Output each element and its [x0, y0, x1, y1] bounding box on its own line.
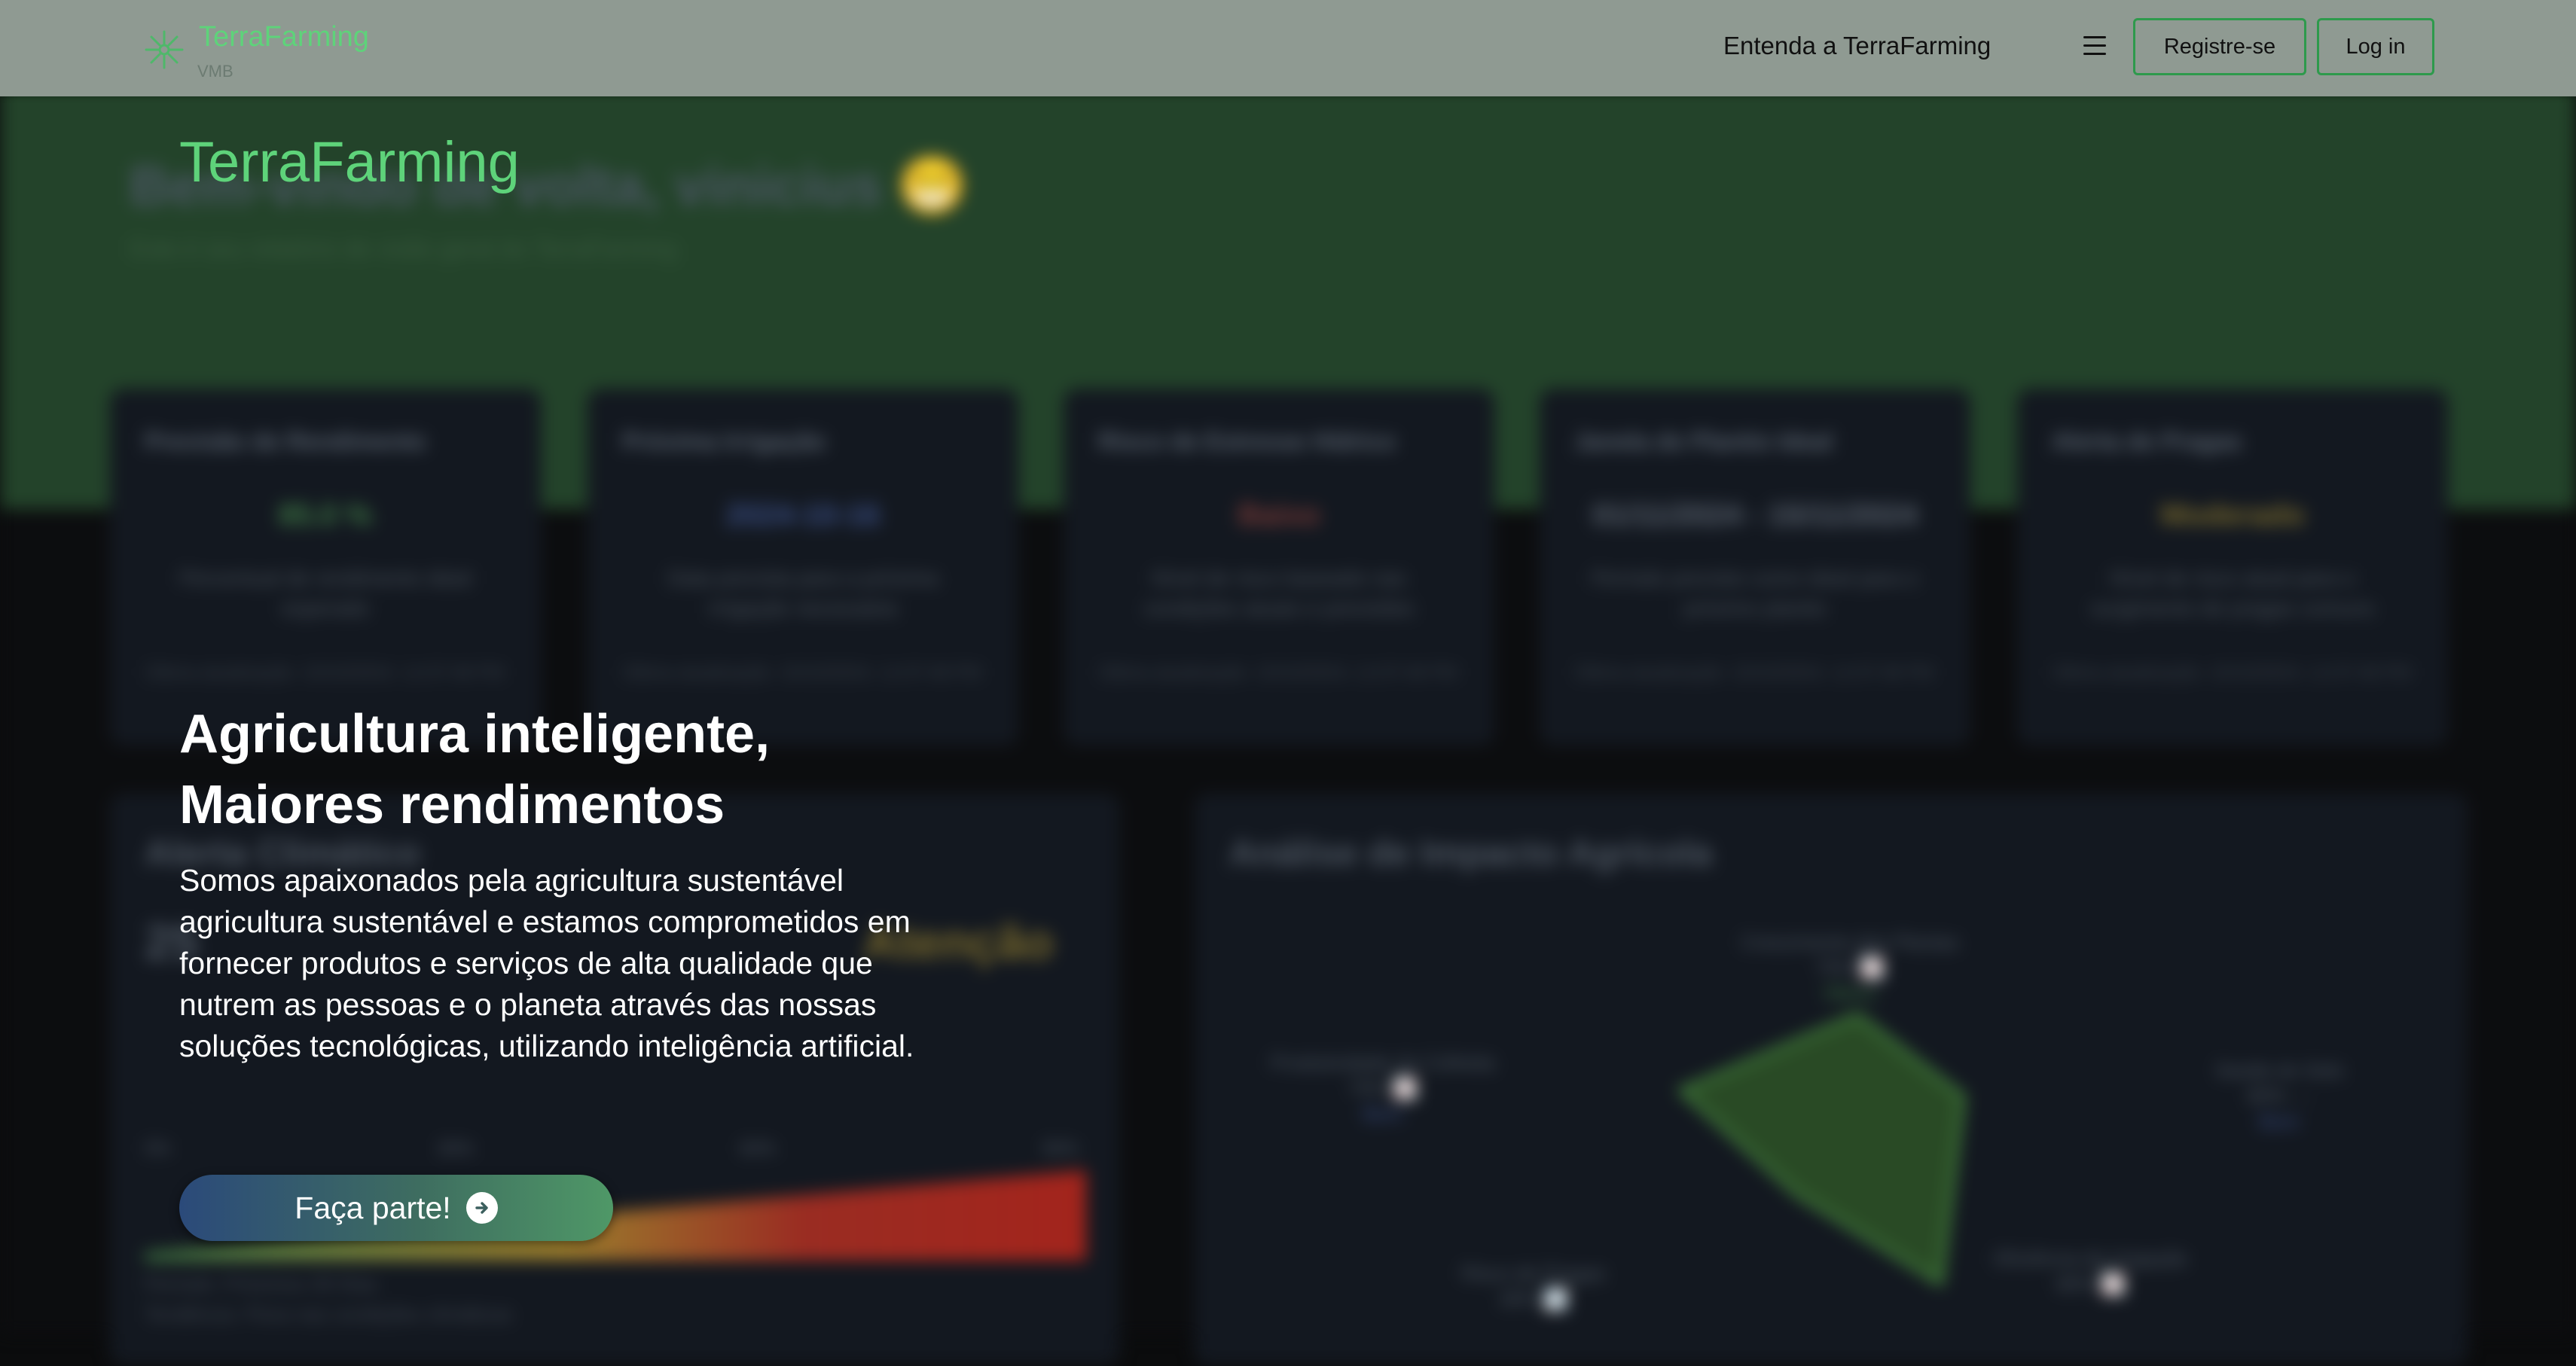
radar-label-irrigation: Eficiência da Irrigação 80% 📈 [1985, 1246, 2196, 1297]
join-button[interactable]: Faça parte! [179, 1175, 613, 1241]
radar-label-soil: Saúde do Solo 80% → Bom [2166, 1057, 2392, 1134]
hamburger-menu-icon[interactable] [2083, 36, 2106, 56]
terrafarming-logo-icon[interactable] [143, 29, 185, 71]
stat-card-value: 2024-10-16 [725, 499, 881, 532]
hero-title: Agricultura inteligente, Maiores rendime… [179, 699, 1158, 840]
arrow-right-circle-icon [465, 1192, 498, 1224]
stat-card-desc: Data prevista para a próxima irrigação n… [667, 566, 939, 620]
radar-label-value: 75% 📈 [1815, 956, 1885, 979]
stat-card-value: Moderado [2160, 499, 2305, 532]
stat-card-updated: Última atualização: 15/10/2024, 11:07:48… [145, 663, 505, 683]
radar-label-pests: Risco de Pragas 30% 📉 [1421, 1261, 1647, 1312]
stat-card-desc: Período previsto como ideal para o próxi… [1591, 566, 1919, 620]
stat-card-title: Alerta de Pragas [2052, 428, 2242, 455]
stat-card-value: Baixo [1238, 499, 1320, 532]
stat-card-updated: Última atualização: 15/10/2024, 11:07:48… [1574, 663, 1934, 683]
radar-label-value: 80% → [2247, 1084, 2312, 1107]
welcome-subtitle: Este é seu relatório de visão geral do T… [130, 235, 677, 262]
radar-label-growth: Crescimento das Plantas 75% 📈 Ótimo [1722, 929, 1978, 1006]
nav-link-about[interactable]: Entenda a TerraFarming [1723, 32, 1991, 60]
stat-card-updated: Última atualização: 15/10/2024, 11:07:48… [1098, 663, 1458, 683]
radar-label-note: Ótimo [1824, 982, 1876, 1005]
radar-label-value: 30% 📉 [1499, 1288, 1568, 1310]
impact-analysis-card: Análise de Impacto Agrícola Crescimento … [1195, 794, 2468, 1366]
stat-card-updated: Última atualização: 15/10/2024, 11:07:48… [622, 663, 982, 683]
background-dashboard: Bem-vindo de volta, vinicius 😁 Este é se… [0, 0, 2576, 1366]
stat-card-desc: Nível de risco atual para o surgimento d… [2090, 566, 2375, 620]
radar-label-value: 70% 📈 [1348, 1077, 1418, 1099]
radar-label-name: Produtividade da Colheita [1271, 1051, 1495, 1074]
join-button-label: Faça parte! [295, 1190, 451, 1225]
radar-label-value: 80% 📈 [2056, 1273, 2126, 1295]
stat-card-value: 85.0 % [278, 499, 373, 532]
radar-label-name: Risco de Pragas [1461, 1262, 1606, 1285]
stat-card-title: Janela de Plantio Ideal [1574, 428, 1833, 455]
brand-subtitle: VMB [197, 62, 233, 81]
stat-card-water-stress: Risco de Estresse Hídrico Baixo Nível de… [1064, 389, 1494, 746]
stat-card-pest-alert: Alerta de Pragas Moderado Nível de risco… [2017, 389, 2448, 746]
stat-card-desc: Percentual de rendimento ideal esperado [179, 566, 472, 620]
radar-label-name: Crescimento das Plantas [1741, 931, 1959, 953]
hero-description: Somos apaixonados pela agricultura suste… [179, 863, 914, 1063]
stat-card-planting-window: Janela de Plantio Ideal 01/11/2024 - 15/… [1540, 389, 1970, 746]
stat-card-title: Risco de Estresse Hídrico [1098, 428, 1396, 455]
login-button[interactable]: Log in [2317, 18, 2434, 75]
hero-title-line: Maiores rendimentos [179, 775, 725, 835]
stat-card-irrigation: Próxima Irrigação 2024-10-16 Data previs… [588, 389, 1018, 746]
stat-card-updated: Última atualização: 15/10/2024, 11:07:48… [2052, 663, 2412, 683]
stat-card-value: 01/11/2024 - 15/11/2024 [1592, 499, 1918, 532]
climate-period: Período: Próximos 30 Dias [145, 1273, 378, 1295]
hero-title-line: Agricultura inteligente, [179, 704, 771, 764]
radar-label-name: Eficiência da Irrigação [1995, 1247, 2187, 1270]
radar-label-name: Saúde do Solo [2214, 1059, 2344, 1081]
radar-label-harvest: Produtividade da Colheita 70% 📈 Bom [1255, 1050, 1511, 1127]
top-navbar: TerraFarming VMB Entenda a TerraFarming … [0, 0, 2576, 96]
hero-brand: TerraFarming [179, 130, 520, 194]
stat-card-yield: Previsão de Rendimento 85.0 % Percentual… [110, 389, 541, 746]
radar-label-note: Bom [1363, 1102, 1403, 1125]
register-button[interactable]: Registre-se [2133, 18, 2306, 75]
stat-card-title: Próxima Irrigação [622, 428, 826, 455]
climate-trend: Tendência: Piora nas condições climática… [145, 1303, 513, 1325]
brand-name[interactable]: TerraFarming [199, 21, 369, 53]
radar-label-note: Bom [2259, 1110, 2300, 1133]
stat-card-desc: Nível de risco baseado nas condições atu… [1143, 566, 1415, 620]
stat-card-title: Previsão de Rendimento [145, 428, 426, 455]
